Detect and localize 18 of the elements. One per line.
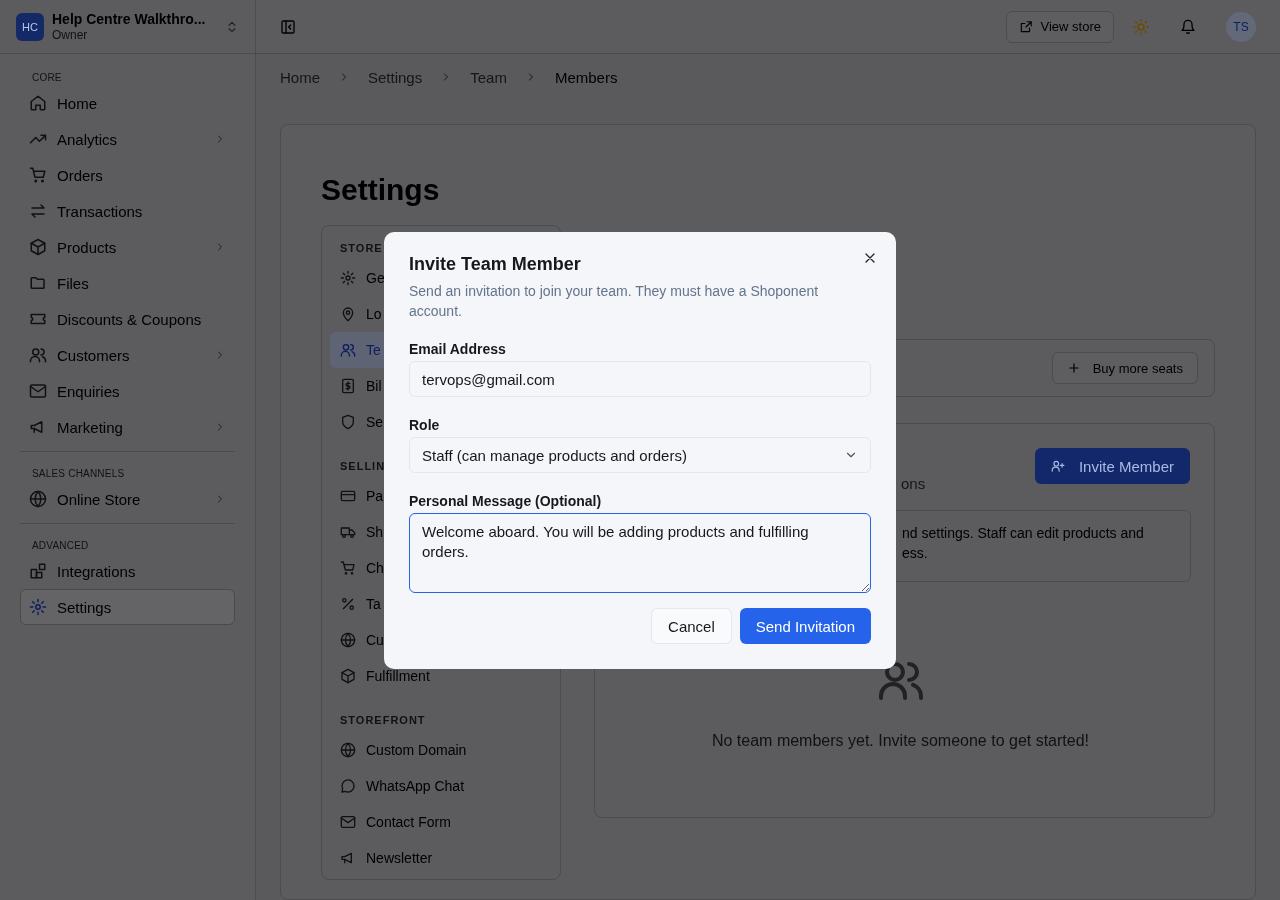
dialog-description: Send an invitation to join your team. They must have a Shoponent account. xyxy=(409,282,820,321)
section-title: SELLIN xyxy=(339,459,387,474)
field-label: Email Address xyxy=(409,341,506,357)
breadcrumb-item: Members xyxy=(554,68,618,86)
store-logo: HC xyxy=(16,12,44,41)
page-title: Settings xyxy=(321,173,441,207)
empty-message: No team members yet. Invite someone to get started! xyxy=(711,732,1090,750)
section-title: STOREFRONT xyxy=(339,713,427,728)
store-name: Help Centre Walkthro... xyxy=(52,10,207,27)
section-title: STORE xyxy=(339,241,384,256)
section-title: SALES CHANNELS xyxy=(31,467,126,481)
field-label: Personal Message (Optional) xyxy=(409,493,602,509)
field-label: Role xyxy=(409,417,440,433)
card-subtitle: ons xyxy=(901,475,926,492)
section-title: CORE xyxy=(31,71,63,85)
store-role: Owner xyxy=(52,27,89,43)
dialog-title: Invite Team Member xyxy=(409,254,582,275)
section-title: ADVANCED xyxy=(31,539,90,553)
